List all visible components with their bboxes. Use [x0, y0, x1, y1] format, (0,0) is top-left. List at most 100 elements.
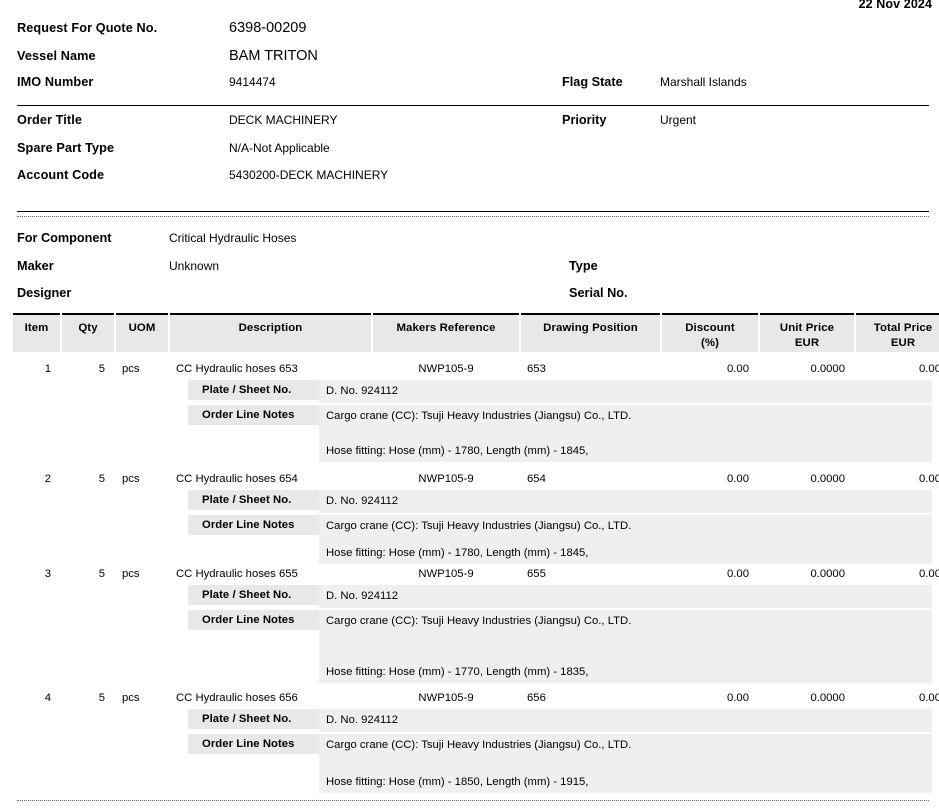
column-header-qty-line1: Qty: [78, 322, 98, 334]
column-header-discount-line2: (%): [700, 337, 719, 349]
column-header-total-price-line2: EUR: [890, 337, 916, 349]
sub-detail-group-3: Plate / Sheet No. D. No. 924112 Order Li…: [188, 585, 932, 683]
header-value-vessel-name: BAM TRITON: [229, 47, 318, 64]
order-line-notes-line1-4: Cargo crane (CC): Tsuji Heavy Industries…: [326, 739, 632, 751]
plate-sheet-row-3: Plate / Sheet No. D. No. 924112: [188, 585, 932, 608]
plate-sheet-value-4: D. No. 924112: [319, 709, 932, 732]
order-line-notes-line1-2: Cargo crane (CC): Tsuji Heavy Industries…: [326, 520, 632, 532]
cell-description-4: CC Hydraulic hoses 656: [176, 692, 298, 704]
cell-makers-reference-4: NWP105-9: [418, 692, 474, 704]
column-header-unit-price-line2: EUR: [794, 337, 820, 349]
cell-qty-1: 5: [98, 363, 105, 375]
cell-qty-4: 5: [98, 692, 105, 704]
footer-dotted-rule: [17, 800, 929, 801]
plate-sheet-label-3: Plate / Sheet No.: [188, 585, 319, 605]
cell-discount-3: 0.00: [727, 568, 749, 580]
header-value-flag-state: Marshall Islands: [660, 75, 747, 89]
cell-total-price-3: 0.00: [919, 568, 939, 580]
cell-unit-price-3: 0.0000: [810, 568, 845, 580]
header-value-priority: Urgent: [660, 113, 697, 127]
cell-description-2: CC Hydraulic hoses 654: [176, 473, 298, 485]
header-value-rfq-no: 6398-00209: [229, 20, 307, 36]
component-section-dotted-rule: [17, 216, 929, 217]
header-row-spare-part-type: Spare Part Type N/A-Not Applicable: [17, 141, 929, 169]
column-header-item-line1: Item: [24, 322, 49, 334]
cell-uom-2: pcs: [122, 473, 140, 485]
component-section-solid-rule: [17, 211, 929, 212]
table-row-group-3: 3 5 pcs CC Hydraulic hoses 655 NWP105-9 …: [13, 563, 939, 683]
component-value-for-component: Critical Hydraulic Hoses: [169, 231, 297, 245]
cell-drawing-position-3: 655: [527, 568, 546, 580]
header-label-spare-part-type: Spare Part Type: [17, 140, 115, 155]
plate-sheet-row-1: Plate / Sheet No. D. No. 924112: [188, 380, 932, 403]
quote-document-page: 22 Nov 2024 Request For Quote No. 6398-0…: [0, 0, 939, 809]
column-header-total-price: Total Price EUR: [856, 313, 939, 352]
header-row-order-title: Order Title DECK MACHINERY Priority Urge…: [17, 113, 929, 141]
plate-sheet-row-4: Plate / Sheet No. D. No. 924112: [188, 709, 932, 732]
header-row-account-code: Account Code 5430200-DECK MACHINERY: [17, 168, 929, 196]
cell-uom-4: pcs: [122, 692, 140, 704]
order-line-notes-label-1: Order Line Notes: [188, 405, 319, 425]
header-row-vessel: Vessel Name BAM TRITON: [17, 48, 929, 76]
plate-sheet-value-3: D. No. 924112: [319, 585, 932, 608]
column-header-unit-price: Unit Price EUR: [760, 313, 854, 352]
order-line-notes-label-3: Order Line Notes: [188, 610, 319, 630]
header-value-spare-part-type: N/A-Not Applicable: [229, 140, 330, 155]
sub-detail-group-2: Plate / Sheet No. D. No. 924112 Order Li…: [188, 490, 932, 564]
component-label-maker: Maker: [17, 258, 54, 273]
column-header-description: Description: [170, 313, 371, 352]
column-header-makers-reference: Makers Reference: [373, 313, 519, 352]
sub-detail-group-1: Plate / Sheet No. D. No. 924112 Order Li…: [188, 380, 932, 462]
cell-drawing-position-1: 653: [527, 363, 546, 375]
cell-makers-reference-3: NWP105-9: [418, 568, 474, 580]
column-header-description-line1: Description: [238, 322, 303, 334]
column-header-discount-line1: Discount: [685, 322, 735, 334]
header-divider-rule: [17, 105, 929, 106]
table-row-group-4: 4 5 pcs CC Hydraulic hoses 656 NWP105-9 …: [13, 687, 939, 793]
header-value-account-code: 5430200-DECK MACHINERY: [229, 168, 389, 182]
cell-qty-2: 5: [98, 473, 105, 485]
header-label-rfq-no: Request For Quote No.: [17, 21, 158, 35]
order-line-notes-line2-2: Hose fitting: Hose (mm) - 1780, Length (…: [326, 547, 589, 559]
order-line-notes-row-2: Order Line Notes Cargo crane (CC): Tsuji…: [188, 515, 932, 564]
table-row: 4 5 pcs CC Hydraulic hoses 656 NWP105-9 …: [13, 687, 939, 709]
order-line-notes-line1-1: Cargo crane (CC): Tsuji Heavy Industries…: [326, 410, 632, 422]
column-header-unit-price-line1: Unit Price: [779, 322, 835, 334]
cell-total-price-4: 0.00: [919, 692, 939, 704]
document-date: 22 Nov 2024: [858, 0, 932, 11]
cell-makers-reference-2: NWP105-9: [418, 473, 474, 485]
plate-sheet-value-1: D. No. 924112: [319, 380, 932, 403]
component-label-for-component: For Component: [17, 231, 112, 245]
items-table-header-row: Item Qty UOM Description Makers Referenc…: [13, 313, 939, 352]
order-line-notes-line2-1: Hose fitting: Hose (mm) - 1780, Length (…: [326, 445, 589, 457]
component-row-maker: Maker Unknown Type: [17, 259, 929, 287]
cell-uom-3: pcs: [122, 568, 140, 580]
request-header-block: Request For Quote No. 6398-00209 Vessel …: [17, 20, 929, 103]
header-row-rfq: Request For Quote No. 6398-00209: [17, 20, 929, 48]
component-value-maker: Unknown: [169, 258, 220, 273]
column-header-discount: Discount (%): [662, 313, 758, 352]
order-line-notes-line2-3: Hose fitting: Hose (mm) - 1770, Length (…: [326, 666, 589, 678]
header-row-imo: IMO Number 9414474 Flag State Marshall I…: [17, 75, 929, 103]
cell-discount-2: 0.00: [727, 473, 749, 485]
header-label-priority: Priority: [562, 113, 607, 127]
table-row: 2 5 pcs CC Hydraulic hoses 654 NWP105-9 …: [13, 468, 939, 490]
component-label-designer: Designer: [17, 286, 72, 301]
column-header-uom-line1: UOM: [128, 322, 156, 334]
order-line-notes-row-4: Order Line Notes Cargo crane (CC): Tsuji…: [188, 734, 932, 793]
header-label-order-title: Order Title: [17, 113, 83, 127]
component-row-for-component: For Component Critical Hydraulic Hoses: [17, 231, 929, 259]
order-line-notes-value-2: Cargo crane (CC): Tsuji Heavy Industries…: [319, 515, 932, 564]
header-value-imo-number: 9414474: [229, 75, 276, 89]
cell-item-3: 3: [44, 568, 51, 580]
order-line-notes-value-1: Cargo crane (CC): Tsuji Heavy Industries…: [319, 405, 932, 462]
cell-total-price-2: 0.00: [919, 473, 939, 485]
cell-discount-4: 0.00: [727, 692, 749, 704]
cell-makers-reference-1: NWP105-9: [418, 363, 474, 375]
cell-drawing-position-2: 654: [527, 473, 546, 485]
header-label-flag-state: Flag State: [562, 75, 623, 89]
cell-discount-1: 0.00: [727, 363, 749, 375]
column-header-total-price-line1: Total Price: [873, 322, 933, 334]
column-header-qty: Qty: [62, 313, 114, 352]
cell-uom-1: pcs: [122, 363, 140, 375]
